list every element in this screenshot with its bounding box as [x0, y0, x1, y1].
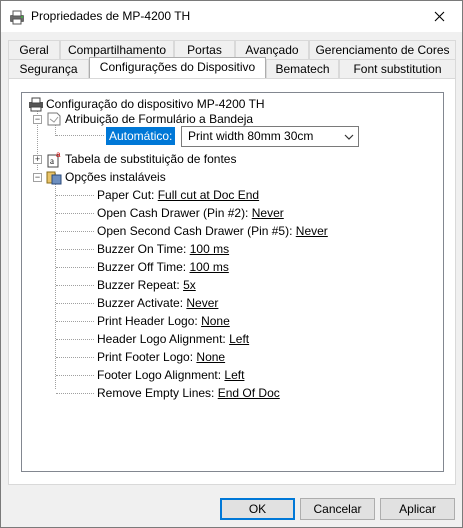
tree-options-label: Opções instaláveis	[65, 170, 166, 184]
tree-line	[56, 357, 94, 358]
tab-label: Font substitution	[353, 62, 442, 76]
tab-label: Configurações do Dispositivo	[99, 60, 256, 74]
title-bar: Propriedades de MP-4200 TH	[1, 1, 462, 32]
option-label: Buzzer On Time:	[97, 242, 187, 256]
tree-line	[56, 303, 94, 304]
option-item[interactable]: Paper Cut: Full cut at Doc End	[97, 186, 259, 204]
option-value[interactable]: End Of Doc	[218, 386, 280, 400]
option-item[interactable]: Remove Empty Lines: End Of Doc	[97, 384, 280, 402]
option-item[interactable]: Print Header Logo: None	[97, 312, 230, 330]
tree-form-tray-label: Atribuição de Formulário a Bandeja	[65, 112, 254, 126]
paper-size-select[interactable]: Print width 80mm 30cm	[181, 126, 359, 147]
close-button[interactable]	[416, 1, 462, 32]
option-value[interactable]: Never	[296, 224, 328, 238]
option-label: Print Header Logo:	[97, 314, 198, 328]
tab-panel: Configuração do dispositivo MP-4200 TH −…	[8, 78, 456, 485]
option-value[interactable]: Full cut at Doc End	[158, 188, 259, 202]
tree-line	[56, 321, 94, 322]
option-item[interactable]: Buzzer On Time: 100 ms	[97, 240, 229, 258]
tree-line	[56, 231, 94, 232]
tab-label: Avançado	[245, 43, 299, 57]
option-label: Buzzer Off Time:	[97, 260, 187, 274]
tab-bematech[interactable]: Bematech	[266, 59, 339, 78]
option-label: Paper Cut:	[97, 188, 155, 202]
svg-text:a: a	[50, 156, 54, 166]
tree-line	[56, 267, 94, 268]
tab-label: Geral	[19, 43, 49, 57]
option-value[interactable]: None	[196, 350, 225, 364]
option-value[interactable]: Left	[229, 332, 249, 346]
tab-gerenciamento-de-cores[interactable]: Gerenciamento de Cores	[309, 40, 456, 59]
window-title: Propriedades de MP-4200 TH	[31, 9, 191, 23]
paper-size-value: Print width 80mm 30cm	[188, 129, 314, 143]
form-icon	[46, 111, 62, 132]
option-item[interactable]: Buzzer Repeat: 5x	[97, 276, 196, 294]
tab-seguranca[interactable]: Segurança	[8, 59, 89, 78]
chevron-down-icon	[344, 127, 354, 146]
option-value[interactable]: Never	[186, 296, 218, 310]
apply-button[interactable]: Aplicar	[380, 498, 455, 520]
tree-auto-label[interactable]: Automático:	[106, 127, 176, 145]
option-label: Remove Empty Lines:	[97, 386, 215, 400]
tab-geral[interactable]: Geral	[8, 40, 60, 59]
tree-node-font-table[interactable]: a a Tabela de substituição de fontes	[46, 150, 236, 168]
option-item[interactable]: Open Cash Drawer (Pin #2): Never	[97, 204, 284, 222]
tab-label: Compartilhamento	[67, 43, 167, 57]
tree-line	[56, 339, 94, 340]
tab-label: Bematech	[275, 62, 330, 76]
collapse-toggle[interactable]: −	[33, 173, 42, 182]
option-label: Footer Logo Alignment:	[97, 368, 222, 382]
option-value[interactable]: 5x	[183, 278, 196, 292]
option-item[interactable]: Buzzer Activate: Never	[97, 294, 218, 312]
tree-line	[56, 213, 94, 214]
option-label: Print Footer Logo:	[97, 350, 194, 364]
tree-node-options[interactable]: Opções instaláveis	[46, 168, 166, 186]
tree-line	[56, 135, 104, 136]
cancel-button[interactable]: Cancelar	[300, 498, 375, 520]
tree-line	[56, 249, 94, 250]
ok-button[interactable]: OK	[220, 498, 295, 520]
tab-font-substitution[interactable]: Font substitution	[339, 59, 456, 78]
option-item[interactable]: Footer Logo Alignment: Left	[97, 366, 244, 384]
tree-line	[56, 195, 94, 196]
options-icon	[46, 169, 62, 190]
option-value[interactable]: Left	[224, 368, 244, 382]
option-value[interactable]: Never	[252, 206, 284, 220]
option-item[interactable]: Open Second Cash Drawer (Pin #5): Never	[97, 222, 328, 240]
option-label: Buzzer Repeat:	[97, 278, 180, 292]
option-label: Header Logo Alignment:	[97, 332, 226, 346]
expand-toggle[interactable]: +	[33, 155, 42, 164]
option-label: Open Cash Drawer (Pin #2):	[97, 206, 249, 220]
tab-configuracoes-do-dispositivo[interactable]: Configurações do Dispositivo	[89, 57, 266, 78]
option-item[interactable]: Print Footer Logo: None	[97, 348, 225, 366]
properties-dialog: Propriedades de MP-4200 TH Geral Compart…	[0, 0, 463, 528]
close-icon	[434, 11, 444, 22]
device-settings-tree[interactable]: Configuração do dispositivo MP-4200 TH −…	[21, 92, 444, 472]
tab-label: Portas	[187, 43, 222, 57]
option-value[interactable]: 100 ms	[190, 242, 229, 256]
option-item[interactable]: Buzzer Off Time: 100 ms	[97, 258, 229, 276]
tree-line	[56, 375, 94, 376]
tree-line	[56, 285, 94, 286]
option-label: Buzzer Activate:	[97, 296, 184, 310]
option-value[interactable]: None	[201, 314, 230, 328]
tree-font-table-label: Tabela de substituição de fontes	[65, 152, 237, 166]
option-value[interactable]: 100 ms	[189, 260, 228, 274]
printer-icon	[9, 9, 25, 25]
tree-line	[56, 393, 94, 394]
option-label: Open Second Cash Drawer (Pin #5):	[97, 224, 293, 238]
tab-label: Gerenciamento de Cores	[315, 43, 450, 57]
tab-label: Segurança	[19, 62, 78, 76]
option-item[interactable]: Header Logo Alignment: Left	[97, 330, 249, 348]
collapse-toggle[interactable]: −	[33, 115, 42, 124]
svg-text:a: a	[56, 150, 61, 159]
tree-root-label: Configuração do dispositivo MP-4200 TH	[46, 97, 265, 111]
